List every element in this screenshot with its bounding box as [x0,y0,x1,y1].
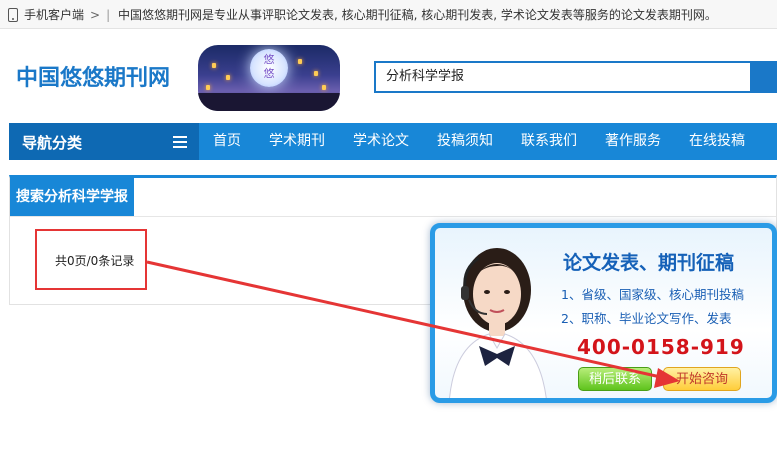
nav-item-online-submit[interactable]: 在线投稿 [675,123,759,160]
topbar-separator: | [106,7,111,22]
main-nav: 导航分类 首页 学术期刊 学术论文 投稿须知 联系我们 著作服务 在线投稿 [9,123,777,160]
nav-item-papers[interactable]: 学术论文 [339,123,423,160]
results-tab: 搜索分析科学学报 [10,178,134,216]
nav-category-label: 导航分类 [22,134,83,152]
banner-image: 悠悠 [198,45,340,111]
nav-item-journals[interactable]: 学术期刊 [255,123,339,160]
consult-popup: 论文发表、期刊征稿 1、省级、国家级、核心期刊投稿 2、职称、毕业论文写作、发表… [430,223,777,403]
chevron-right-icon: > [90,7,101,22]
annotation-highlight-box [35,229,147,290]
phone-icon [8,7,18,22]
consult-headline: 论文发表、期刊征稿 [563,252,735,274]
contact-later-button[interactable]: 稍后联系 [578,367,652,391]
nav-item-contact[interactable]: 联系我们 [507,123,591,160]
consult-line-1: 1、省级、国家级、核心期刊投稿 [561,287,744,302]
nav-category-toggle[interactable]: 导航分类 [9,123,199,160]
agent-portrait [449,248,547,398]
site-logo[interactable]: 中国悠悠期刊网 [16,60,170,92]
nav-item-submission-guide[interactable]: 投稿须知 [423,123,507,160]
site-notice: 中国悠悠期刊网是专业从事评职论文发表, 核心期刊征稿, 核心期刊发表, 学术论文… [118,8,717,22]
consult-line-2: 2、职称、毕业论文写作、发表 [561,311,732,326]
banner-text: 悠悠 [263,53,275,80]
search-input[interactable]: 分析科学学报 [374,61,752,93]
menu-list-icon [173,136,187,148]
mobile-client-label[interactable]: 手机客户端 [24,6,84,23]
nav-item-writing-service[interactable]: 著作服务 [591,123,675,160]
mobile-client-link[interactable]: 手机客户端 > | [8,6,110,23]
crowd-silhouette [198,93,340,111]
search-button[interactable] [752,61,777,93]
top-bar: 手机客户端 > | 中国悠悠期刊网是专业从事评职论文发表, 核心期刊征稿, 核心… [0,0,777,29]
consult-phone: 400-0158-919 [577,335,745,359]
nav-item-home[interactable]: 首页 [199,123,255,160]
start-consult-button[interactable]: 开始咨询 [663,367,741,391]
